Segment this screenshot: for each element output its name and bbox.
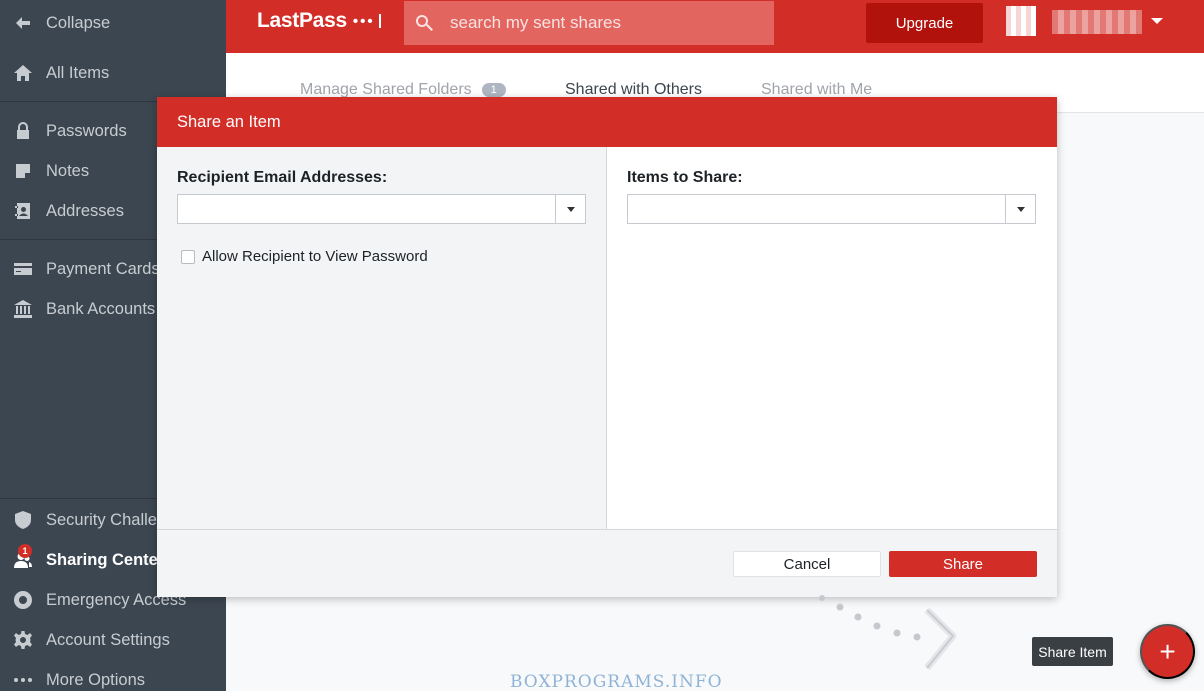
sidebar-item-label: All Items: [46, 63, 110, 82]
share-item-dialog: Share an Item Recipient Email Addresses:…: [157, 97, 1057, 597]
lifebuoy-icon: [0, 590, 46, 610]
plus-icon: +: [1159, 635, 1176, 667]
sidebar-item-label: Bank Accounts: [46, 299, 156, 318]
gear-icon: [0, 630, 46, 650]
sharing-badge: 1: [18, 544, 32, 558]
top-bar: LastPass ••• Upgrade: [226, 0, 1204, 53]
sharing-icon: 1: [0, 544, 46, 570]
search-box: [404, 1, 774, 45]
sidebar-item-label: Collapse: [46, 13, 111, 32]
cancel-button[interactable]: Cancel: [733, 551, 881, 577]
arrow-left-icon: [0, 13, 46, 33]
sidebar-item-label: Addresses: [46, 201, 124, 220]
search-icon: [416, 15, 433, 31]
logo-text: LastPass: [257, 9, 347, 32]
allow-view-password-row[interactable]: Allow Recipient to View Password: [181, 248, 428, 265]
sidebar-item-more-options[interactable]: More Options: [0, 660, 226, 691]
watermark: BOXPROGRAMS.INFO: [510, 672, 723, 691]
items-pane: Items to Share:: [607, 147, 1057, 529]
sidebar-item-label: Payment Cards: [46, 259, 160, 278]
credit-card-icon: [0, 259, 46, 279]
address-book-icon: [0, 201, 46, 221]
share-item-tooltip: Share Item: [1032, 637, 1113, 666]
recipient-combobox: [177, 194, 586, 224]
allow-view-password-checkbox[interactable]: [181, 249, 195, 264]
note-icon: [0, 161, 46, 181]
sidebar-item-all-items[interactable]: All Items: [0, 53, 226, 93]
allow-view-password-label: Allow Recipient to View Password: [202, 248, 428, 265]
upgrade-button[interactable]: Upgrade: [866, 3, 983, 43]
dialog-title: Share an Item: [157, 97, 1057, 147]
items-combobox: [627, 194, 1036, 224]
recipient-pane: Recipient Email Addresses: Allow Recipie…: [157, 147, 607, 529]
caret-down-icon: [566, 206, 575, 212]
dotted-arrow-decoration: [819, 595, 957, 670]
home-icon: [0, 63, 46, 83]
sidebar-item-account-settings[interactable]: Account Settings: [0, 620, 226, 660]
lastpass-logo[interactable]: LastPass •••: [257, 9, 381, 33]
logo-dots: •••: [352, 12, 375, 30]
dialog-body: Recipient Email Addresses: Allow Recipie…: [157, 147, 1057, 530]
sidebar-item-label: Account Settings: [46, 630, 170, 649]
more-icon: [0, 670, 46, 690]
lock-icon: [0, 121, 46, 141]
recipient-email-input[interactable]: [178, 195, 555, 223]
sidebar-item-label: More Options: [46, 670, 146, 689]
recipient-dropdown-button[interactable]: [555, 195, 585, 223]
avatar[interactable]: [1006, 6, 1036, 36]
caret-down-icon: [1016, 206, 1025, 212]
add-share-button[interactable]: +: [1140, 624, 1195, 679]
sidebar-item-collapse[interactable]: Collapse: [0, 3, 226, 43]
share-button[interactable]: Share: [889, 551, 1037, 577]
sidebar-item-label: Sharing Center: [46, 550, 165, 569]
items-dropdown-button[interactable]: [1005, 195, 1035, 223]
recipient-label: Recipient Email Addresses:: [177, 169, 388, 186]
sidebar-item-label: Notes: [46, 161, 90, 180]
items-to-share-input[interactable]: [628, 195, 1005, 223]
shield-icon: [0, 510, 46, 530]
items-label: Items to Share:: [627, 169, 743, 186]
tab-badge: 1: [481, 83, 506, 97]
search-input[interactable]: [450, 13, 750, 33]
sidebar-item-label: Passwords: [46, 121, 127, 140]
bank-icon: [0, 299, 46, 319]
user-name-blurred[interactable]: [1052, 10, 1142, 34]
chevron-down-icon[interactable]: [1151, 18, 1163, 24]
logo-bar: [378, 14, 381, 28]
dialog-footer: Cancel Share: [157, 530, 1057, 597]
